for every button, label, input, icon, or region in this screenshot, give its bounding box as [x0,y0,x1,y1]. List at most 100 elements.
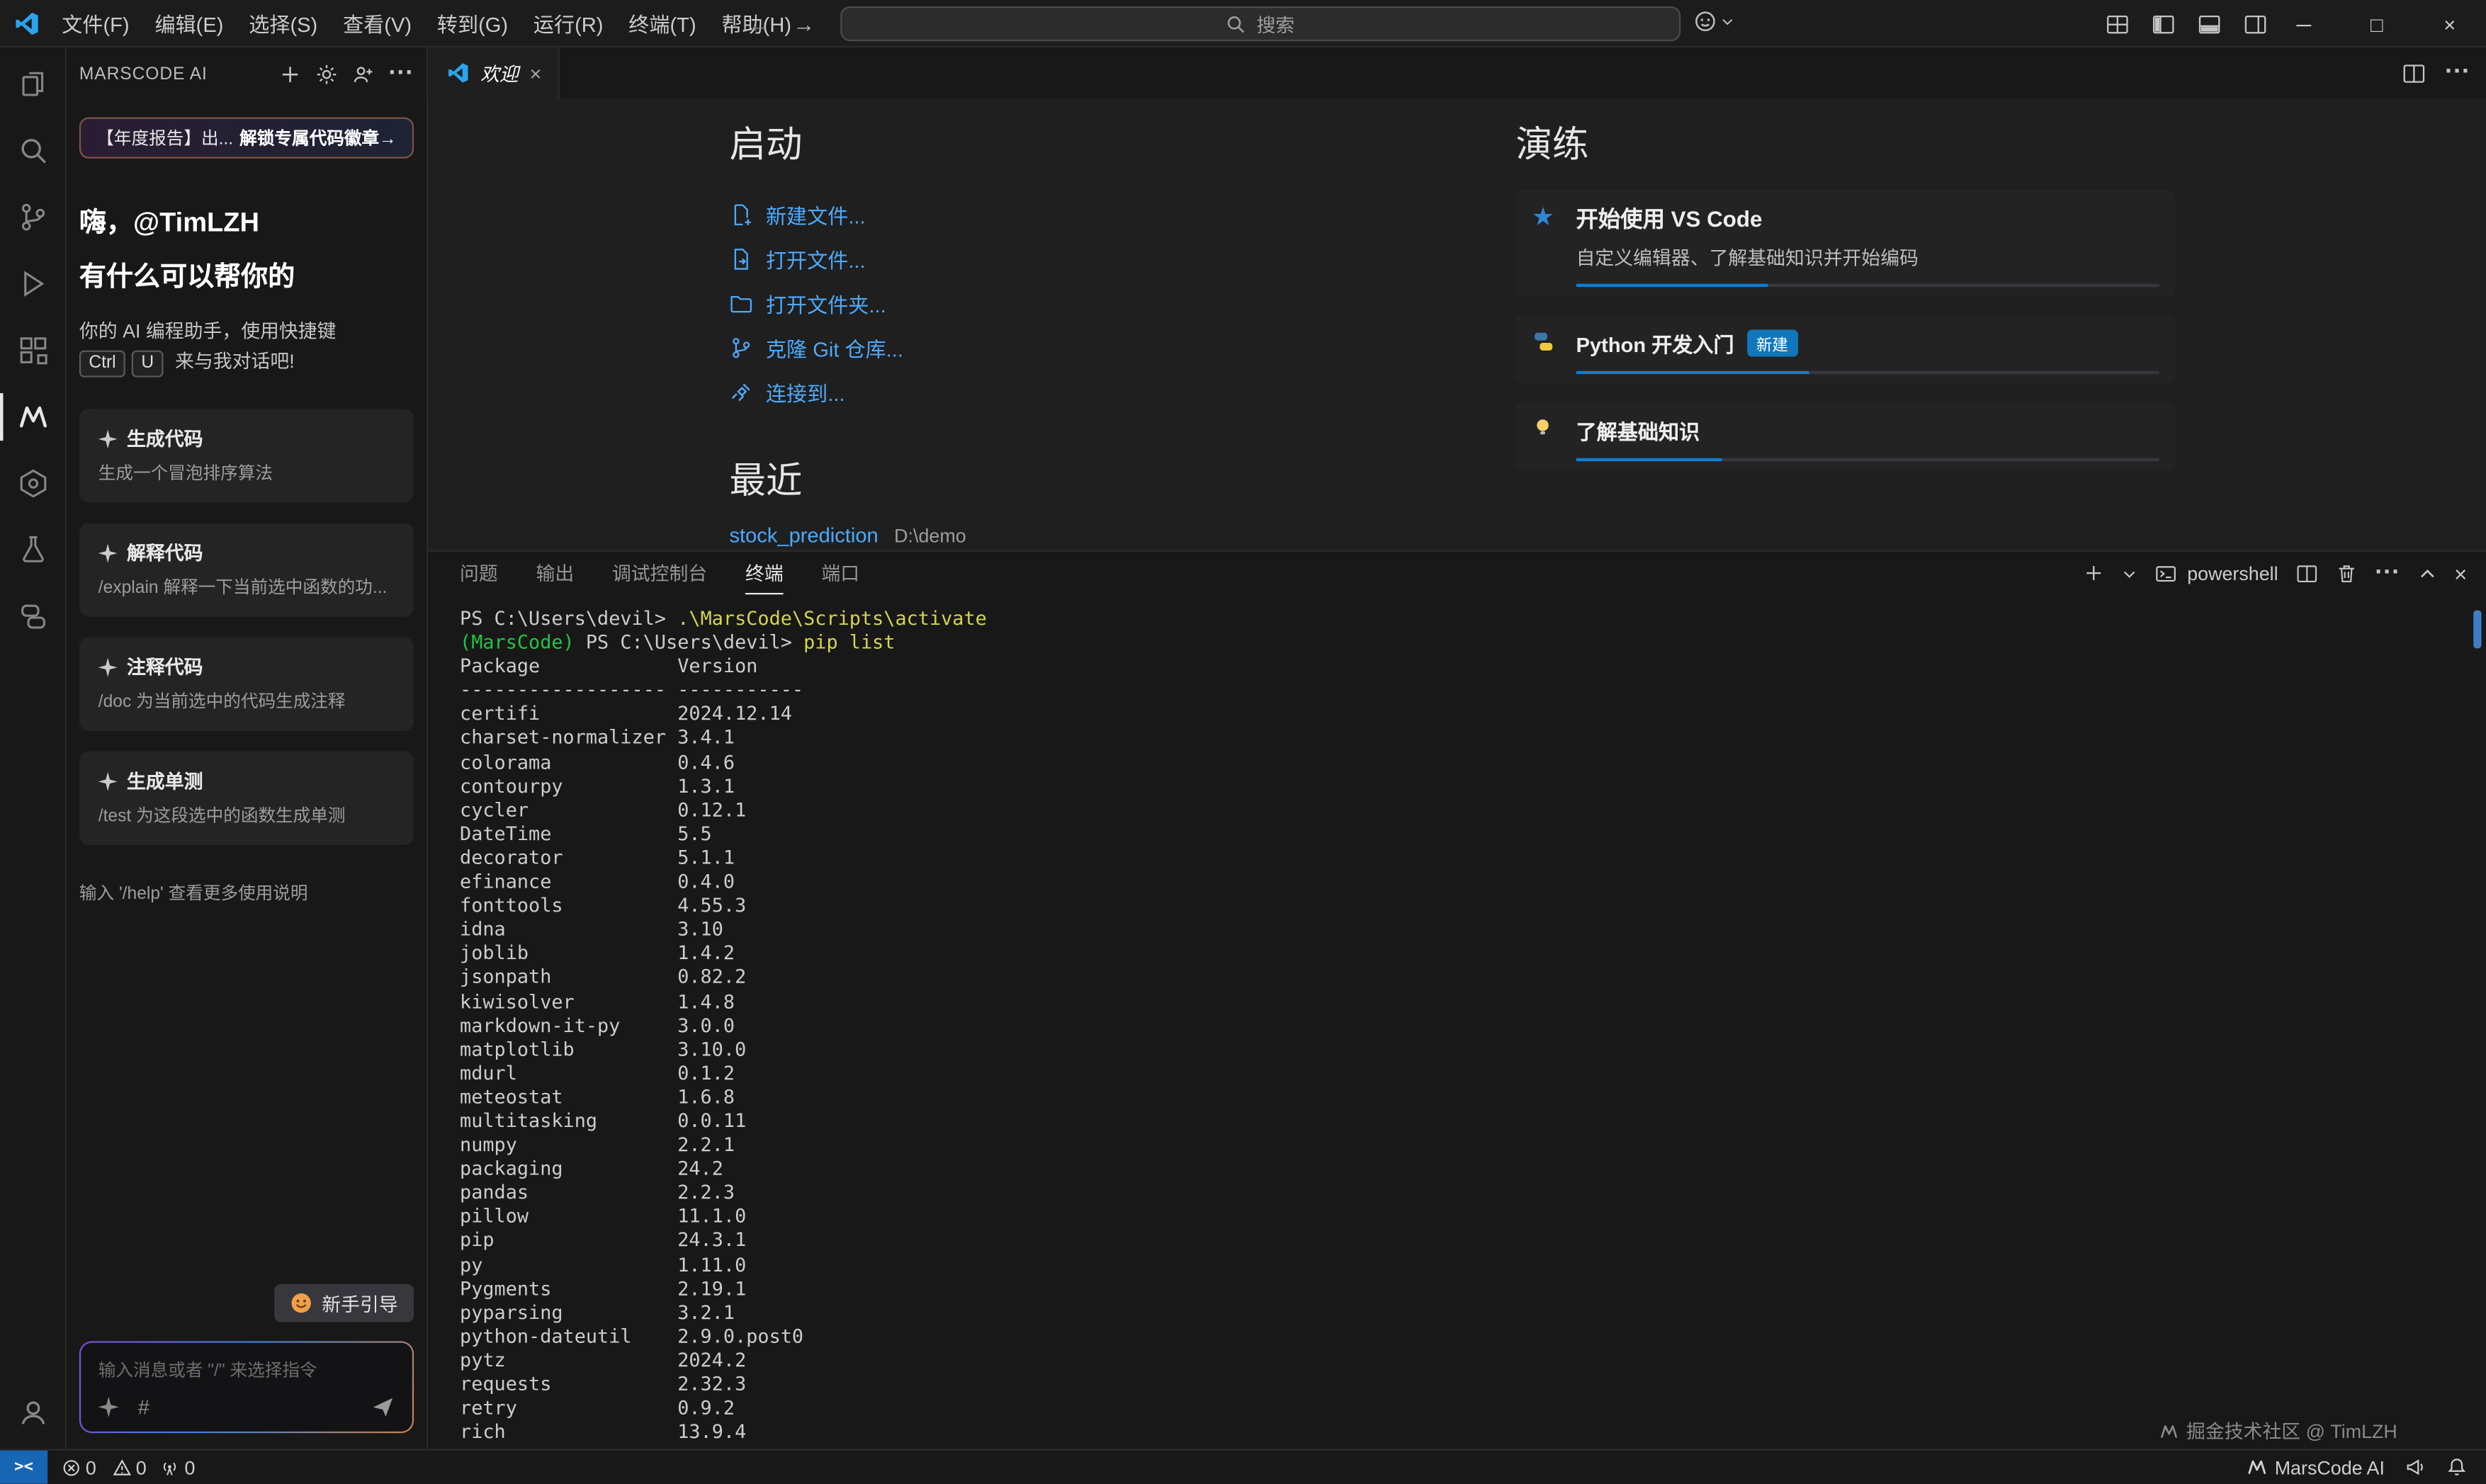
terminal-dropdown-icon[interactable] [2122,565,2137,581]
panel-tab-问题[interactable]: 问题 [460,552,498,594]
ai-command-card[interactable]: 生成代码生成一个冒泡排序算法 [79,409,414,502]
menu-item[interactable]: 选择(S) [236,3,330,43]
terminal-output-line: Pygments 2.19.1 [460,1277,2467,1301]
community-watermark: 掘金技术社区 @ TimLZH [2159,1417,2397,1444]
start-link[interactable]: 打开文件夹... [729,281,1411,325]
toggle-sidebar-icon[interactable] [2152,12,2176,36]
terminal-output-line: numpy 2.2.1 [460,1133,2467,1157]
python-icon[interactable] [0,584,65,650]
settings-gear-icon[interactable] [315,64,337,86]
recent-name-link[interactable]: stock_prediction [729,523,878,548]
toggle-panel-icon[interactable] [2198,12,2222,36]
shell-label: powershell [2187,562,2278,584]
remote-icon [729,380,753,404]
marscode-sidebar: MARSCODE AI ··· 【年度报告】出... 解锁专属代码徽章→ 嗨，@… [67,47,428,1449]
close-panel-icon[interactable]: × [2454,560,2467,586]
walkthrough-body: 了解基础知识 [1576,415,2160,461]
warning-count: 0 [136,1456,147,1478]
terminal-output-line: charset-normalizer 3.4.1 [460,727,2467,751]
start-link[interactable]: 克隆 Git 仓库... [729,325,1411,370]
nav-forward-icon[interactable]: → [793,11,815,36]
hexagon-extension-icon[interactable] [0,451,65,517]
nav-back-icon[interactable]: ← [748,11,770,36]
explorer-icon[interactable] [0,51,65,118]
run-debug-icon[interactable] [0,251,65,317]
menu-item[interactable]: 运行(R) [521,3,616,43]
send-icon[interactable] [371,1395,395,1419]
walkthrough-card[interactable]: ★开始使用 VS Code自定义编辑器、了解基础知识并开始编码 [1516,191,2176,297]
toggle-secondary-sidebar-icon[interactable] [2244,12,2268,36]
hash-context-button[interactable]: # [138,1395,149,1419]
invite-user-icon[interactable] [352,64,374,86]
minimize-button[interactable]: ─ [2267,0,2340,47]
new-chat-icon[interactable] [279,64,301,86]
editor-more-actions-icon[interactable]: ··· [2445,59,2470,87]
shell-selector[interactable]: powershell [2155,562,2278,584]
recent-item[interactable]: stock_predictionD:\demo [729,523,1411,550]
source-control-icon[interactable] [0,184,65,251]
git-icon [729,335,753,359]
close-button[interactable]: × [2413,0,2486,47]
feedback-megaphone-icon[interactable] [2405,1457,2426,1478]
notifications-bell-icon[interactable] [2446,1457,2467,1478]
maximize-panel-icon[interactable] [2418,564,2437,583]
panel-tab-终端[interactable]: 终端 [745,552,784,594]
walkthrough-list: ★开始使用 VS Code自定义编辑器、了解基础知识并开始编码 Python 开发… [1516,191,2176,471]
walkthrough-title: 了解基础知识 [1576,415,1700,446]
panel-tab-端口[interactable]: 端口 [821,552,859,594]
panel-more-icon[interactable]: ··· [2375,559,2400,587]
ai-command-card[interactable]: 解释代码/explain 解释一下当前选中函数的功... [79,523,414,617]
copilot-menu[interactable] [1693,9,1734,33]
more-actions-icon[interactable]: ··· [388,60,414,89]
maximize-button[interactable]: □ [2340,0,2413,47]
sparkle-icon [98,657,118,676]
global-search-input[interactable]: 搜索 [840,6,1680,41]
search-sidebar-icon[interactable] [0,118,65,184]
walkthrough-title: 开始使用 VS Code [1576,203,1763,234]
terminal[interactable]: PS C:\Users\devil> .\MarsCode\Scripts\ac… [460,607,2467,1449]
error-count: 0 [86,1456,96,1478]
walkthrough-progress-track [1576,284,2160,287]
help-hint: 输入 '/help' 查看更多使用说明 [79,880,414,905]
walkthrough-card[interactable]: 了解基础知识 [1516,402,2176,470]
sparkle-icon[interactable] [98,1397,119,1417]
kill-terminal-icon[interactable] [2335,562,2357,584]
onboarding-button[interactable]: 新手引导 [274,1284,414,1322]
panel-tab-调试控制台[interactable]: 调试控制台 [612,552,707,594]
terminal-output-line: packaging 24.2 [460,1157,2467,1182]
marscode-status-item[interactable]: MarsCode AI [2246,1456,2385,1478]
new-terminal-icon[interactable] [2084,562,2105,583]
menu-item[interactable]: 终端(T) [616,3,708,43]
extensions-icon[interactable] [0,317,65,384]
split-terminal-icon[interactable] [2295,562,2317,584]
ai-command-card[interactable]: 生成单测/test 为这段选中的函数生成单测 [79,752,414,845]
start-link[interactable]: 连接到... [729,369,1411,414]
ai-card-title-text: 生成单测 [127,767,203,794]
test-flask-icon[interactable] [0,517,65,584]
panel-tab-输出[interactable]: 输出 [536,552,574,594]
terminal-scrollbar[interactable] [2473,611,2481,649]
welcome-page: 启动 新建文件...打开文件...打开文件夹...克隆 Git 仓库...连接到… [428,98,2486,550]
bulb-icon [1532,415,1560,461]
editor-tab-bar: 欢迎 × ··· [428,47,2486,98]
annual-report-banner[interactable]: 【年度报告】出... 解锁专属代码徽章→ [79,118,414,159]
chat-input[interactable]: 输入消息或者 "/" 来选择指令 # [81,1343,412,1432]
account-icon[interactable] [0,1376,65,1449]
marscode-ai-icon[interactable] [0,384,65,451]
remote-indicator[interactable]: >< [0,1451,47,1484]
start-link[interactable]: 新建文件... [729,192,1411,237]
customize-layout-icon[interactable] [2106,12,2130,36]
tab-close-icon[interactable]: × [530,61,542,85]
problems-status[interactable]: 0 0 [62,1456,146,1478]
menu-item[interactable]: 编辑(E) [142,3,237,43]
menu-item[interactable]: 转到(G) [424,3,521,43]
warning-icon [112,1458,131,1477]
menu-item[interactable]: 文件(F) [49,3,142,43]
split-editor-icon[interactable] [2402,61,2426,85]
ports-status[interactable]: 0 [161,1456,196,1478]
ai-command-card[interactable]: 注释代码/doc 为当前选中的代码生成注释 [79,638,414,731]
walkthrough-card[interactable]: Python 开发入门新建 [1516,315,2176,383]
tab-welcome[interactable]: 欢迎 × [428,47,559,98]
menu-item[interactable]: 查看(V) [330,3,424,43]
start-link[interactable]: 打开文件... [729,236,1411,281]
